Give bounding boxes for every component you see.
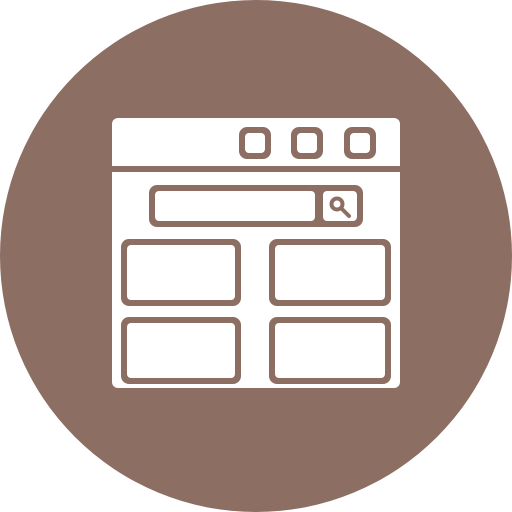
card-bottom-left-inner (127, 323, 235, 378)
control-button-1-inner (245, 133, 265, 153)
search-input (155, 191, 315, 221)
control-button-2-inner (297, 133, 317, 153)
browser-window (112, 118, 400, 388)
search-bar (149, 185, 363, 227)
search-icon-lens-inner (333, 200, 341, 208)
card-top-right-inner (275, 245, 385, 300)
window-controls (239, 127, 376, 159)
card-top-left-inner (127, 245, 235, 300)
card-bottom-right-inner (275, 323, 385, 378)
icon-canvas (0, 0, 512, 512)
browser-window-search-icon (0, 0, 512, 512)
title-bar-divider (112, 166, 400, 172)
control-button-3-inner (350, 133, 370, 153)
